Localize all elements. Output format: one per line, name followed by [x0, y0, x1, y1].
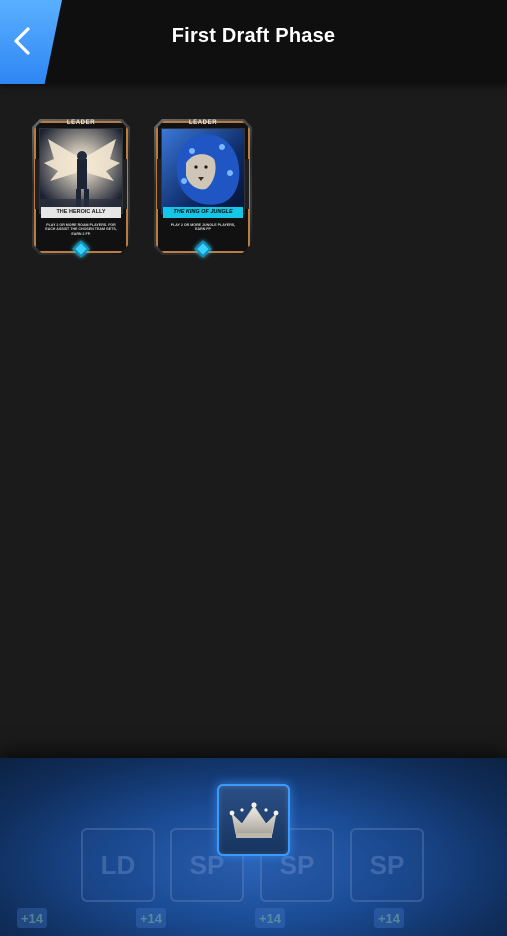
points-badge: +14 — [17, 908, 47, 928]
card-side-bar-left — [157, 159, 161, 209]
card-side-bar-right — [245, 159, 249, 209]
card-king-of-jungle[interactable]: LEADER THE KING OF JUNGLE PLAY 2 OR MORE… — [154, 119, 252, 258]
crown-icon — [229, 802, 279, 838]
slot-label: SP — [369, 849, 405, 880]
points-badge: +14 — [255, 908, 285, 928]
card-description: PLAY 2 OR MORE ROAM PLAYERS. FOR EACH AS… — [45, 223, 117, 236]
lineup-panel: LD SP SP SP +14 +14 +14 +14 — [0, 758, 507, 936]
card-name: THE KING OF JUNGLE — [163, 207, 243, 218]
card-side-bar-right — [123, 159, 127, 209]
top-bar: First Draft Phase — [0, 0, 507, 84]
card-art-winged-hero — [39, 128, 123, 214]
card-heroic-ally[interactable]: LEADER THE HEROIC ALLY PLAY 2 OR MORE RO… — [32, 119, 130, 258]
card-type-label: LEADER — [188, 120, 218, 126]
crown-button[interactable] — [217, 784, 290, 856]
card-name: THE HEROIC ALLY — [41, 207, 121, 218]
slot-support-3[interactable]: SP — [350, 828, 424, 902]
card-side-bar-left — [35, 159, 39, 209]
card-description: PLAY 2 OR MORE JUNGLE PLAYERS, EARN FP — [170, 223, 236, 232]
points-badge: +14 — [374, 908, 404, 928]
page-title: First Draft Phase — [171, 25, 336, 47]
slot-label: LD — [100, 849, 136, 880]
card-type-label: LEADER — [66, 120, 96, 126]
slot-leader[interactable]: LD — [81, 828, 155, 902]
card-art-lion — [161, 128, 245, 214]
points-badge: +14 — [136, 908, 166, 928]
draft-screen: First Draft Phase LEADER THE HEROIC ALLY… — [0, 0, 507, 936]
